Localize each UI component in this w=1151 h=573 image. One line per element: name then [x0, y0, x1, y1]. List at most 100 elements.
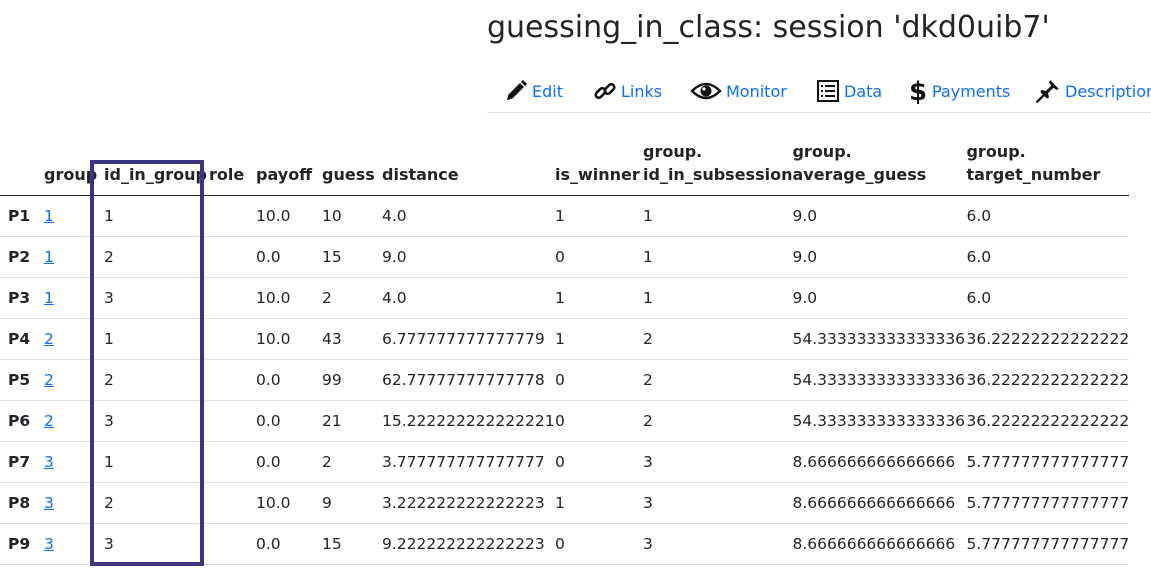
cell-guess: 15 — [322, 236, 382, 278]
cell-pid: P8 — [0, 482, 44, 524]
cell-distance: 4.0 — [382, 195, 555, 237]
cell-average-guess: 8.666666666666666 — [792, 441, 967, 483]
svg-text:$: $ — [909, 77, 927, 105]
cell-distance: 15.222222222222221 — [382, 400, 555, 442]
nav-monitor[interactable]: Monitor — [690, 76, 787, 106]
pencil-icon — [507, 80, 527, 100]
cell-id-in-subsession: 2 — [643, 400, 793, 442]
cell-is-winner: 1 — [555, 318, 643, 360]
table-row: P9 3 3 0.0 15 9.222222222222223 0 3 8.6666666666… — [0, 523, 1130, 565]
cell-average-guess: 54.333333333333336 — [792, 400, 967, 442]
group-link[interactable]: 2 — [44, 330, 54, 348]
header-guess: guess — [322, 140, 382, 196]
cell-group: 2 — [44, 400, 104, 442]
cell-target-number: 5.777777777777777 — [966, 441, 1130, 483]
cell-distance: 3.777777777777777 — [382, 441, 555, 483]
cell-is-winner: 0 — [555, 359, 643, 401]
table-row: P1 1 1 10.0 10 4.0 1 1 9.0 6.0 — [0, 195, 1130, 237]
table-row: P3 1 3 10.0 2 4.0 1 1 9.0 6.0 — [0, 277, 1130, 319]
cell-id-in-subsession: 1 — [643, 236, 793, 278]
pin-icon — [1035, 80, 1059, 104]
nav-payments[interactable]: $ Payments — [908, 76, 1010, 106]
cell-id-in-group: 3 — [104, 400, 209, 442]
header-id-in-subsession: group. id_in_subsession — [643, 140, 793, 196]
cell-guess: 10 — [322, 195, 382, 237]
nav-data[interactable]: Data — [816, 76, 882, 106]
cell-role — [209, 236, 256, 278]
header-payoff: payoff — [256, 140, 322, 196]
cell-pid: P3 — [0, 277, 44, 319]
cell-payoff: 0.0 — [256, 400, 322, 442]
cell-id-in-subsession: 2 — [643, 318, 793, 360]
cell-id-in-group: 1 — [104, 318, 209, 360]
cell-average-guess: 8.666666666666666 — [792, 482, 967, 524]
nav-edit[interactable]: Edit — [504, 76, 563, 106]
cell-pid: P7 — [0, 441, 44, 483]
cell-payoff: 10.0 — [256, 482, 322, 524]
table-row: P6 2 3 0.0 21 15.222222222222221 0 2 54.33333333… — [0, 400, 1130, 442]
cell-pid: P1 — [0, 195, 44, 237]
cell-is-winner: 0 — [555, 523, 643, 565]
cell-role — [209, 195, 256, 237]
cell-id-in-group: 2 — [104, 482, 209, 524]
cell-id-in-group: 2 — [104, 359, 209, 401]
cell-average-guess: 9.0 — [792, 236, 967, 278]
cell-average-guess: 54.333333333333336 — [792, 359, 967, 401]
cell-id-in-group: 3 — [104, 277, 209, 319]
header-id-in-group: id_in_group — [104, 140, 209, 196]
group-link[interactable]: 2 — [44, 371, 54, 389]
nav-links[interactable]: Links — [593, 76, 662, 106]
group-link[interactable]: 3 — [44, 494, 54, 512]
cell-target-number: 6.0 — [966, 277, 1130, 319]
cell-payoff: 10.0 — [256, 195, 322, 237]
cell-group: 3 — [44, 441, 104, 483]
nav-description[interactable]: Description — [1035, 76, 1151, 106]
cell-role — [209, 277, 256, 319]
cell-distance: 62.77777777777778 — [382, 359, 555, 401]
cell-id-in-subsession: 2 — [643, 359, 793, 401]
header-role: role — [209, 140, 256, 196]
table-row: P2 1 2 0.0 15 9.0 0 1 9.0 6.0 — [0, 236, 1130, 278]
cell-id-in-subsession: 3 — [643, 523, 793, 565]
table-header-row: group id_in_group role payoff guess dist… — [0, 140, 1130, 196]
cell-payoff: 0.0 — [256, 359, 322, 401]
cell-target-number: 5.777777777777777 — [966, 523, 1130, 565]
cell-guess: 2 — [322, 277, 382, 319]
header-group: group — [44, 140, 104, 196]
session-nav: Edit Links Monitor Data $ Payments Descr… — [487, 74, 1151, 113]
cell-distance: 4.0 — [382, 277, 555, 319]
cell-target-number: 5.777777777777777 — [966, 482, 1130, 524]
group-link[interactable]: 1 — [44, 248, 54, 266]
cell-id-in-subsession: 3 — [643, 482, 793, 524]
group-link[interactable]: 3 — [44, 453, 54, 471]
cell-payoff: 0.0 — [256, 236, 322, 278]
cell-average-guess: 9.0 — [792, 195, 967, 237]
cell-distance: 9.222222222222223 — [382, 523, 555, 565]
cell-id-in-group: 1 — [104, 441, 209, 483]
cell-target-number: 36.22222222222222 — [966, 318, 1130, 360]
cell-target-number: 6.0 — [966, 195, 1130, 237]
cell-id-in-group: 3 — [104, 523, 209, 565]
nav-edit-label: Edit — [532, 81, 563, 101]
cell-id-in-group: 1 — [104, 195, 209, 237]
group-link[interactable]: 2 — [44, 412, 54, 430]
cell-distance: 3.222222222222223 — [382, 482, 555, 524]
cell-payoff: 10.0 — [256, 318, 322, 360]
header-target-number: group. target_number — [966, 140, 1130, 196]
group-link[interactable]: 1 — [44, 289, 54, 307]
cell-id-in-subsession: 3 — [643, 441, 793, 483]
group-link[interactable]: 3 — [44, 535, 54, 553]
table-row: P4 2 1 10.0 43 6.777777777777779 1 2 54.33333333… — [0, 318, 1130, 360]
cell-group: 3 — [44, 482, 104, 524]
cell-average-guess: 8.666666666666666 — [792, 523, 967, 565]
group-link[interactable]: 1 — [44, 207, 54, 225]
list-icon — [817, 80, 839, 102]
cell-id-in-group: 2 — [104, 236, 209, 278]
cell-pid: P5 — [0, 359, 44, 401]
table-row: P7 3 1 0.0 2 3.777777777777777 0 3 8.66666666666… — [0, 441, 1130, 483]
table-row: P5 2 2 0.0 99 62.77777777777778 0 2 54.333333333… — [0, 359, 1130, 401]
cell-pid: P6 — [0, 400, 44, 442]
cell-guess: 43 — [322, 318, 382, 360]
cell-average-guess: 9.0 — [792, 277, 967, 319]
table-row: P8 3 2 10.0 9 3.222222222222223 1 3 8.6666666666… — [0, 482, 1130, 524]
